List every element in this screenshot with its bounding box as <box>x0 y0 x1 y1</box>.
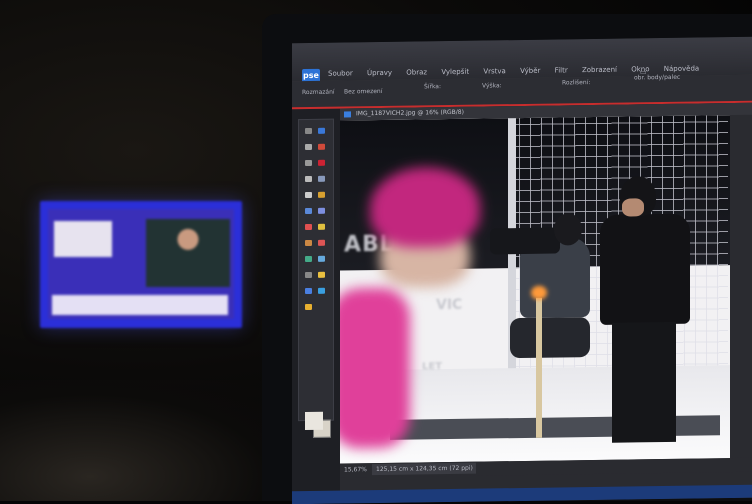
crop-tool-icon[interactable] <box>318 191 325 198</box>
zoom-tool-icon[interactable] <box>318 127 325 134</box>
option-bez-omezeni[interactable]: Bez omezení <box>344 88 382 96</box>
photo-blurred-skier <box>340 166 490 463</box>
pencil-icon[interactable] <box>318 239 325 246</box>
magic-wand-icon[interactable] <box>305 175 312 183</box>
option-units: obr. body/palec <box>634 73 681 82</box>
option-sirka: Šířka: <box>424 83 442 91</box>
option-vyska: Výška: <box>482 82 502 90</box>
gradient-tool-icon[interactable] <box>318 271 325 278</box>
clone-stamp-icon[interactable] <box>305 239 312 247</box>
laptop-screen: pse Soubor Úpravy Obraz Vylepšit Vrstva … <box>292 36 752 504</box>
standing-man-legs <box>612 321 676 443</box>
standing-man-face <box>622 198 644 217</box>
tv-screen <box>48 209 234 319</box>
document-window: IMG_1187VICH2.jpg @ 16% (RGB/8) ABL VIC … <box>340 102 752 504</box>
menu-soubor[interactable]: Soubor <box>328 69 353 77</box>
menu-zobrazeni[interactable]: Zobrazení <box>582 66 617 74</box>
move-tool-icon[interactable] <box>305 127 312 135</box>
photo-torch <box>536 297 542 438</box>
marquee-tool-icon[interactable] <box>305 159 312 167</box>
hand-tool-icon[interactable] <box>305 143 312 151</box>
skier-pink-suit <box>340 287 410 449</box>
recompose-icon[interactable] <box>318 207 325 214</box>
tools-panel <box>298 118 334 438</box>
desk-surface <box>0 380 300 501</box>
eyedropper-icon[interactable] <box>318 143 325 150</box>
document-icon <box>344 111 351 118</box>
option-rozmazani[interactable]: Rozmazání <box>302 89 335 96</box>
healing-brush-icon[interactable] <box>318 223 325 230</box>
lasso-tool-icon[interactable] <box>318 159 325 166</box>
sponge-tool-icon[interactable] <box>305 303 312 311</box>
eraser-icon[interactable] <box>318 255 325 262</box>
photo-canvas[interactable]: ABL VIC LET <box>340 115 730 464</box>
photo-cameraman <box>490 207 610 409</box>
tv-graphic <box>54 221 112 257</box>
cookie-cutter-icon[interactable] <box>305 207 312 215</box>
menu-vrstva[interactable]: Vrstva <box>483 67 506 75</box>
video-camera <box>490 227 560 255</box>
menu-napoveda[interactable]: Nápověda <box>664 65 699 73</box>
foreground-color-swatch[interactable] <box>305 411 323 431</box>
document-size: 125,15 cm x 124,35 cm (72 ppi) <box>372 462 476 476</box>
menu-vyber[interactable]: Výběr <box>520 67 540 75</box>
menu-obraz[interactable]: Obraz <box>406 68 427 76</box>
type-tool-icon[interactable] <box>305 191 312 199</box>
brush-tool-icon[interactable] <box>305 255 312 263</box>
blur-tool-icon[interactable] <box>318 287 325 294</box>
standing-man-jacket <box>600 213 690 325</box>
menu-filtr[interactable]: Filtr <box>555 66 568 74</box>
photo-standing-man <box>600 176 690 447</box>
background-tv <box>40 201 242 328</box>
tv-news-anchor <box>146 219 230 287</box>
zoom-level[interactable]: 15,67% <box>344 463 367 477</box>
menu-upravy[interactable]: Úpravy <box>367 69 392 77</box>
smudge-tool-icon[interactable] <box>305 271 312 279</box>
tv-lower-third <box>52 295 228 315</box>
red-eye-icon[interactable] <box>305 223 312 231</box>
cameraman-legs <box>510 317 590 359</box>
skier-helmet <box>370 166 480 249</box>
menu-vylepsit[interactable]: Vylepšit <box>441 68 469 76</box>
option-rozliseni: Rozlišení: <box>562 79 591 87</box>
quick-select-icon[interactable] <box>318 175 325 182</box>
shape-tool-icon[interactable] <box>305 287 312 295</box>
